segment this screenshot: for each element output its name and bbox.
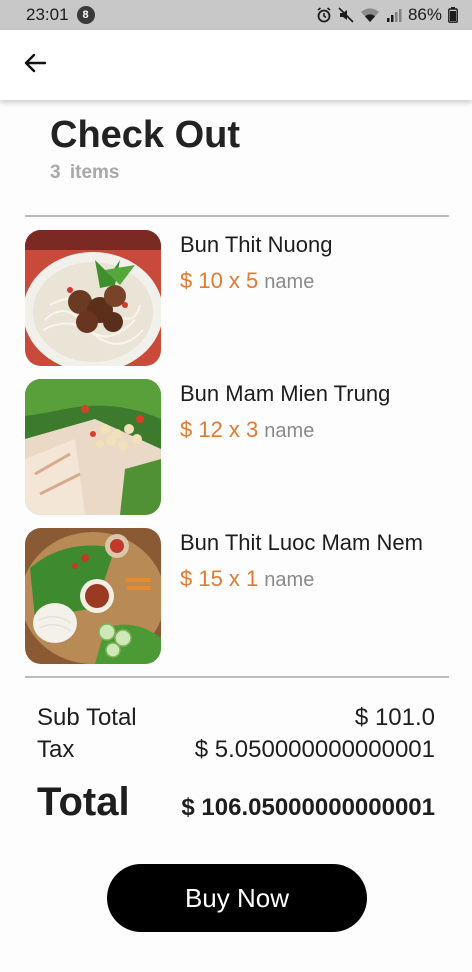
order-summary: Sub Total $ 101.0 Tax $ 5.05000000000000… xyxy=(37,704,435,825)
alarm-icon xyxy=(316,7,332,23)
divider xyxy=(25,676,449,678)
item-price-suffix: name xyxy=(264,271,315,293)
item-price: $ 15 x 1 xyxy=(180,566,259,591)
page-title: Check Out xyxy=(50,114,241,156)
total-value: $ 106.05000000000001 xyxy=(181,794,435,821)
tax-label: Tax xyxy=(37,736,75,763)
subtotal-label: Sub Total xyxy=(37,704,137,731)
subtotal-row: Sub Total $ 101.0 xyxy=(37,704,435,736)
status-time: 23:01 xyxy=(26,5,69,24)
tax-row: Tax $ 5.050000000000001 xyxy=(37,736,435,770)
wifi-icon xyxy=(360,7,380,23)
item-price-row: $ 10 x 5 name xyxy=(180,268,314,294)
status-left: 23:01 8 xyxy=(26,5,95,25)
food-image xyxy=(25,230,161,366)
divider xyxy=(25,215,449,217)
buy-now-button[interactable]: Buy Now xyxy=(107,864,367,932)
item-price: $ 10 x 5 xyxy=(180,268,259,293)
food-image xyxy=(25,379,161,515)
back-button[interactable] xyxy=(18,48,52,82)
cart-list: Bun Thit Nuong $ 10 x 5 name Bun Mam Mie… xyxy=(25,230,449,677)
battery-percent: 86% xyxy=(407,5,442,24)
cart-item[interactable]: Bun Thit Luoc Mam Nem $ 15 x 1 name xyxy=(25,528,449,677)
item-price: $ 12 x 3 xyxy=(180,417,259,442)
item-price-row: $ 15 x 1 name xyxy=(180,566,314,592)
subtotal-value: $ 101.0 xyxy=(354,704,435,731)
cart-item[interactable]: Bun Thit Nuong $ 10 x 5 name xyxy=(25,230,449,379)
notification-count-badge: 8 xyxy=(76,6,95,24)
item-price-suffix: name xyxy=(264,569,315,591)
checkout-content: Check Out 3 items Bun Thit Nuong $ 10 x … xyxy=(0,100,472,972)
food-image xyxy=(25,528,161,664)
total-row: Total $ 106.05000000000001 xyxy=(37,780,435,825)
item-name: Bun Thit Luoc Mam Nem xyxy=(180,530,423,555)
signal-icon xyxy=(386,7,402,23)
items-count: 3 items xyxy=(50,162,120,183)
item-price-row: $ 12 x 3 name xyxy=(180,417,314,443)
item-price-suffix: name xyxy=(264,420,315,442)
total-label: Total xyxy=(37,780,130,824)
app-bar xyxy=(0,30,472,100)
tax-value: $ 5.050000000000001 xyxy=(194,736,435,763)
status-right: 86% xyxy=(316,5,458,25)
mute-icon xyxy=(338,7,354,23)
battery-icon xyxy=(448,7,458,23)
status-bar: 23:01 8 86% xyxy=(0,0,472,30)
item-name: Bun Thit Nuong xyxy=(180,232,333,257)
cart-item[interactable]: Bun Mam Mien Trung $ 12 x 3 name xyxy=(25,379,449,528)
item-name: Bun Mam Mien Trung xyxy=(180,381,391,406)
arrow-left-icon xyxy=(24,53,47,78)
